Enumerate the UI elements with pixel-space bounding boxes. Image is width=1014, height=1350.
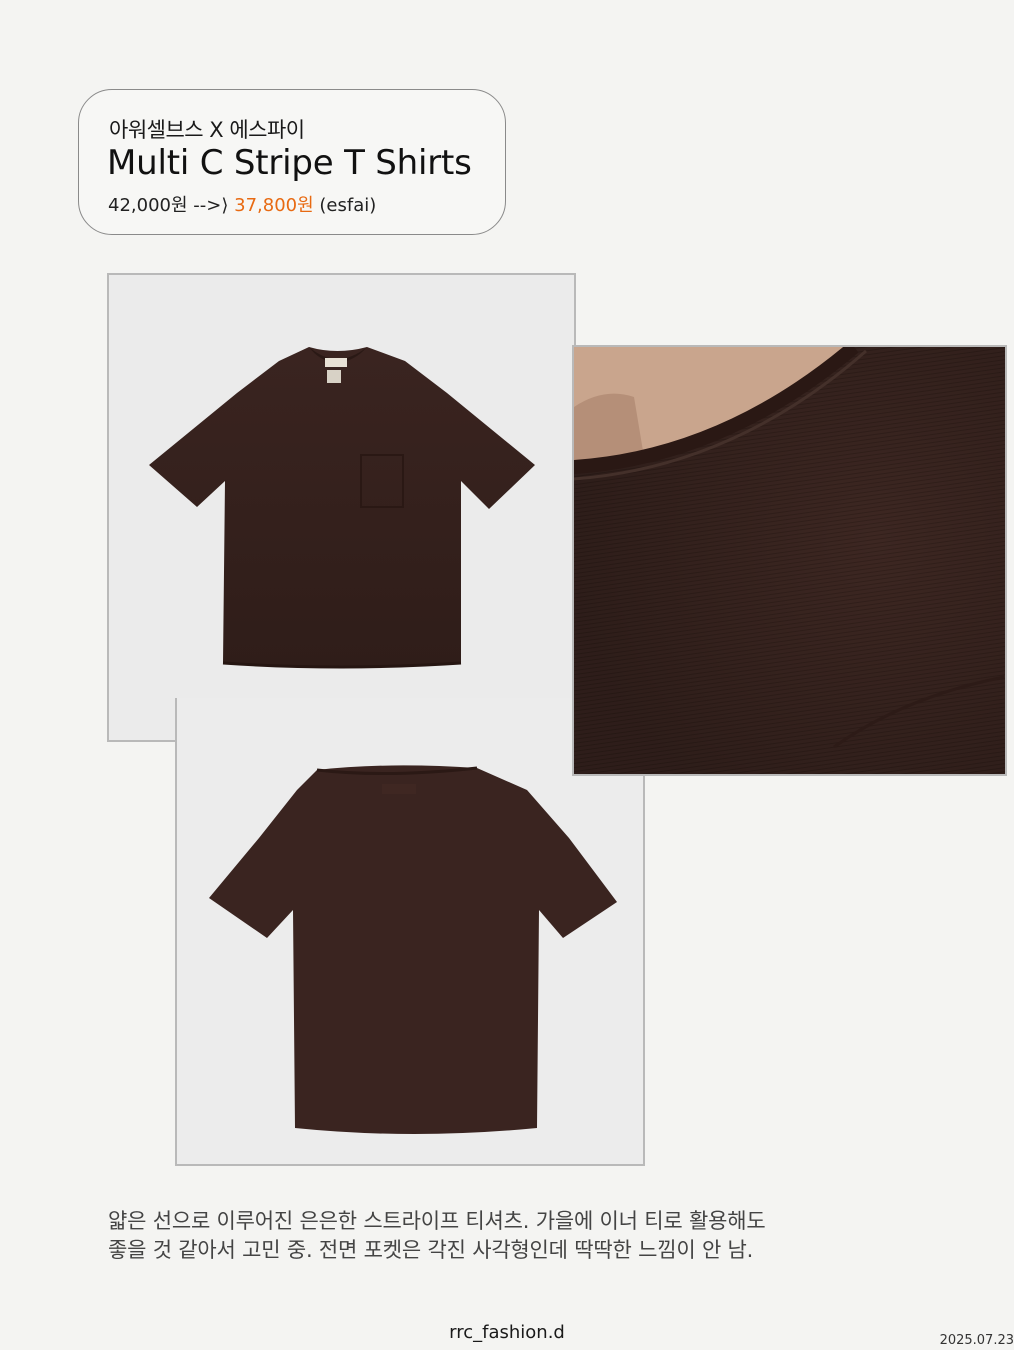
original-price: 42,000원 xyxy=(108,195,188,216)
brand-collab-label: 아워셀브스 X 에스파이 xyxy=(109,118,305,142)
product-name: Multi C Stripe T Shirts xyxy=(107,143,472,183)
description-line-1: 얇은 선으로 이루어진 은은한 스트라이프 티셔츠. 가을에 이너 티로 활용해… xyxy=(108,1209,766,1233)
arrow-head-icon: ⟩ xyxy=(221,195,229,216)
post-date: 2025.07.23 xyxy=(939,1333,1014,1348)
sale-price: 37,800원 xyxy=(234,195,314,216)
collar-detail-illustration xyxy=(574,347,1005,774)
description-line-2: 좋을 것 같아서 고민 중. 전면 포켓은 각진 사각형인데 딱딱한 느낌이 안… xyxy=(108,1238,754,1262)
front-shirt-illustration xyxy=(149,347,535,669)
price-line: 42,000원 -->⟩ 37,800원 (esfai) xyxy=(108,191,376,217)
account-handle: rrc_fashion.d xyxy=(449,1322,565,1343)
product-title-card: 아워셀브스 X 에스파이 Multi C Stripe T Shirts 42,… xyxy=(78,89,506,235)
product-description: 얇은 선으로 이루어진 은은한 스트라이프 티셔츠. 가을에 이너 티로 활용해… xyxy=(108,1207,968,1265)
front-shirt-photo xyxy=(107,273,576,742)
price-arrow: --> xyxy=(193,195,222,216)
shop-name: (esfai) xyxy=(319,195,377,216)
collar-detail-photo xyxy=(572,345,1007,776)
